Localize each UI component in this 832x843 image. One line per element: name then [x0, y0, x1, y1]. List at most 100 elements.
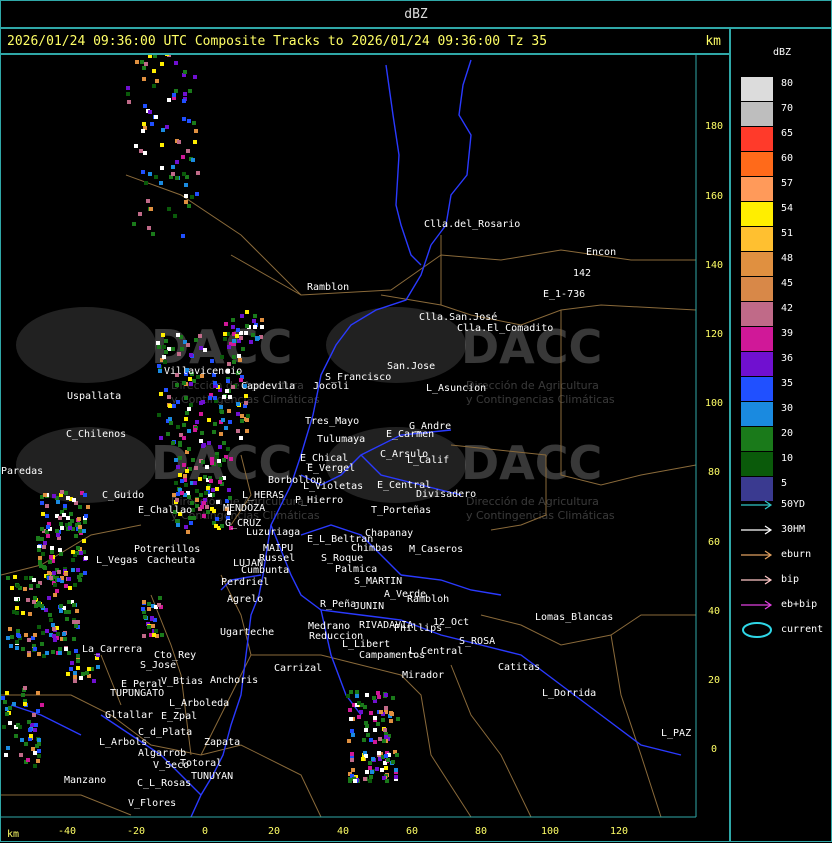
echo-pixel [1, 696, 5, 700]
echo-pixel [146, 199, 150, 203]
echo-pixel [49, 576, 53, 580]
echo-pixel [213, 381, 217, 385]
echo-pixel [184, 525, 188, 529]
echo-pixel [21, 693, 25, 697]
legend-swatch [741, 252, 773, 276]
echo-pixel [210, 461, 214, 465]
echo-pixel [74, 649, 78, 653]
echo-pixel [73, 671, 77, 675]
legend-value: 45 [781, 278, 794, 289]
legend-swatch [741, 452, 773, 476]
echo-pixel [36, 691, 40, 695]
echo-pixel [155, 79, 159, 83]
echo-pixel [66, 672, 70, 676]
x-tick-label: 80 [475, 826, 487, 837]
echo-pixel [246, 414, 250, 418]
watermark-line1-4: Dirección de Agricultura [466, 495, 599, 508]
echo-pixel [245, 429, 249, 433]
echo-pixel [181, 155, 185, 159]
echo-pixel [37, 749, 41, 753]
legend-value: 57 [781, 178, 794, 189]
echo-pixel [172, 493, 176, 497]
place-label: S_Roque [321, 553, 363, 564]
echo-pixel [160, 62, 164, 66]
echo-pixel [66, 496, 70, 500]
echo-pixel [167, 207, 171, 211]
radar-map-frame[interactable]: DACC Dirección de Agricultura y Continge… [0, 54, 730, 842]
echo-pixel [383, 728, 387, 732]
echo-pixel [394, 775, 398, 779]
echo-pixel [40, 537, 44, 541]
place-label: Anchoris [210, 675, 258, 686]
echo-pixel [187, 204, 191, 208]
echo-pixel [40, 604, 44, 608]
echo-pixel [74, 624, 78, 628]
echo-pixel [236, 412, 240, 416]
echo-pixel [260, 318, 264, 322]
echo-pixel [192, 516, 196, 520]
echo-pixel [62, 632, 66, 636]
echo-pixel [245, 324, 249, 328]
echo-pixel [218, 445, 222, 449]
echo-pixel [176, 333, 180, 337]
watermark-line2-3: y Contingencias Climáticas [466, 393, 615, 406]
echo-pixel [26, 758, 30, 762]
echo-pixel [182, 117, 186, 121]
echo-pixel [153, 55, 157, 58]
echo-pixel [198, 334, 202, 338]
echo-pixel [216, 500, 220, 504]
echo-pixel [24, 742, 28, 746]
place-label: Clla.del_Rosario [424, 219, 520, 230]
echo-pixel [184, 200, 188, 204]
echo-pixel [231, 318, 235, 322]
echo-pixel [171, 165, 175, 169]
place-label: L_Calif [407, 455, 449, 466]
legend-swatch [741, 402, 773, 426]
echo-pixel [369, 775, 373, 779]
echo-pixel [377, 751, 381, 755]
place-label: San.Jose [387, 361, 435, 372]
echo-pixel [200, 431, 204, 435]
echo-pixel [78, 505, 82, 509]
echo-pixel [68, 586, 72, 590]
echo-pixel [162, 355, 166, 359]
echo-pixel [373, 728, 377, 732]
echo-pixel [371, 757, 375, 761]
place-label: E_Zpal [161, 711, 197, 722]
place-label: Gltallar [105, 710, 153, 721]
echo-pixel [148, 172, 152, 176]
echo-pixel [142, 634, 146, 638]
echo-pixel [59, 609, 63, 613]
echo-pixel [52, 571, 56, 575]
echo-pixel [215, 455, 219, 459]
echo-pixel [366, 733, 370, 737]
echo-pixel [376, 722, 380, 726]
echo-pixel [239, 336, 243, 340]
echo-pixel [370, 770, 374, 774]
echo-pixel [147, 625, 151, 629]
place-label: S_ROSA [459, 636, 495, 647]
echo-pixel [162, 345, 166, 349]
radar-map[interactable]: DACC Dirección de Agricultura y Continge… [1, 55, 731, 843]
echo-pixel [183, 92, 187, 96]
place-label: L_Dorrida [542, 688, 596, 699]
echo-pixel [186, 149, 190, 153]
echo-pixel [195, 498, 199, 502]
echo-pixel [3, 700, 7, 704]
echo-pixel [76, 659, 80, 663]
echo-pixel [205, 465, 209, 469]
echo-pixel [355, 690, 359, 694]
echo-pixel [156, 341, 160, 345]
echo-pixel [73, 679, 77, 683]
place-label: Ugarteche [220, 627, 274, 638]
y-axis-ticks: 180 160 140 120 100 80 60 40 20 0 [705, 121, 723, 755]
place-label: Perdriel [221, 577, 269, 588]
echo-pixel [40, 642, 44, 646]
place-label: V_Btias [161, 676, 203, 687]
legend-value: 42 [781, 303, 794, 314]
echo-pixel [212, 430, 216, 434]
legend-value: 65 [781, 128, 794, 139]
legend-value: 20 [781, 428, 794, 439]
echo-pixel [14, 734, 18, 738]
echo-pixel [391, 696, 395, 700]
